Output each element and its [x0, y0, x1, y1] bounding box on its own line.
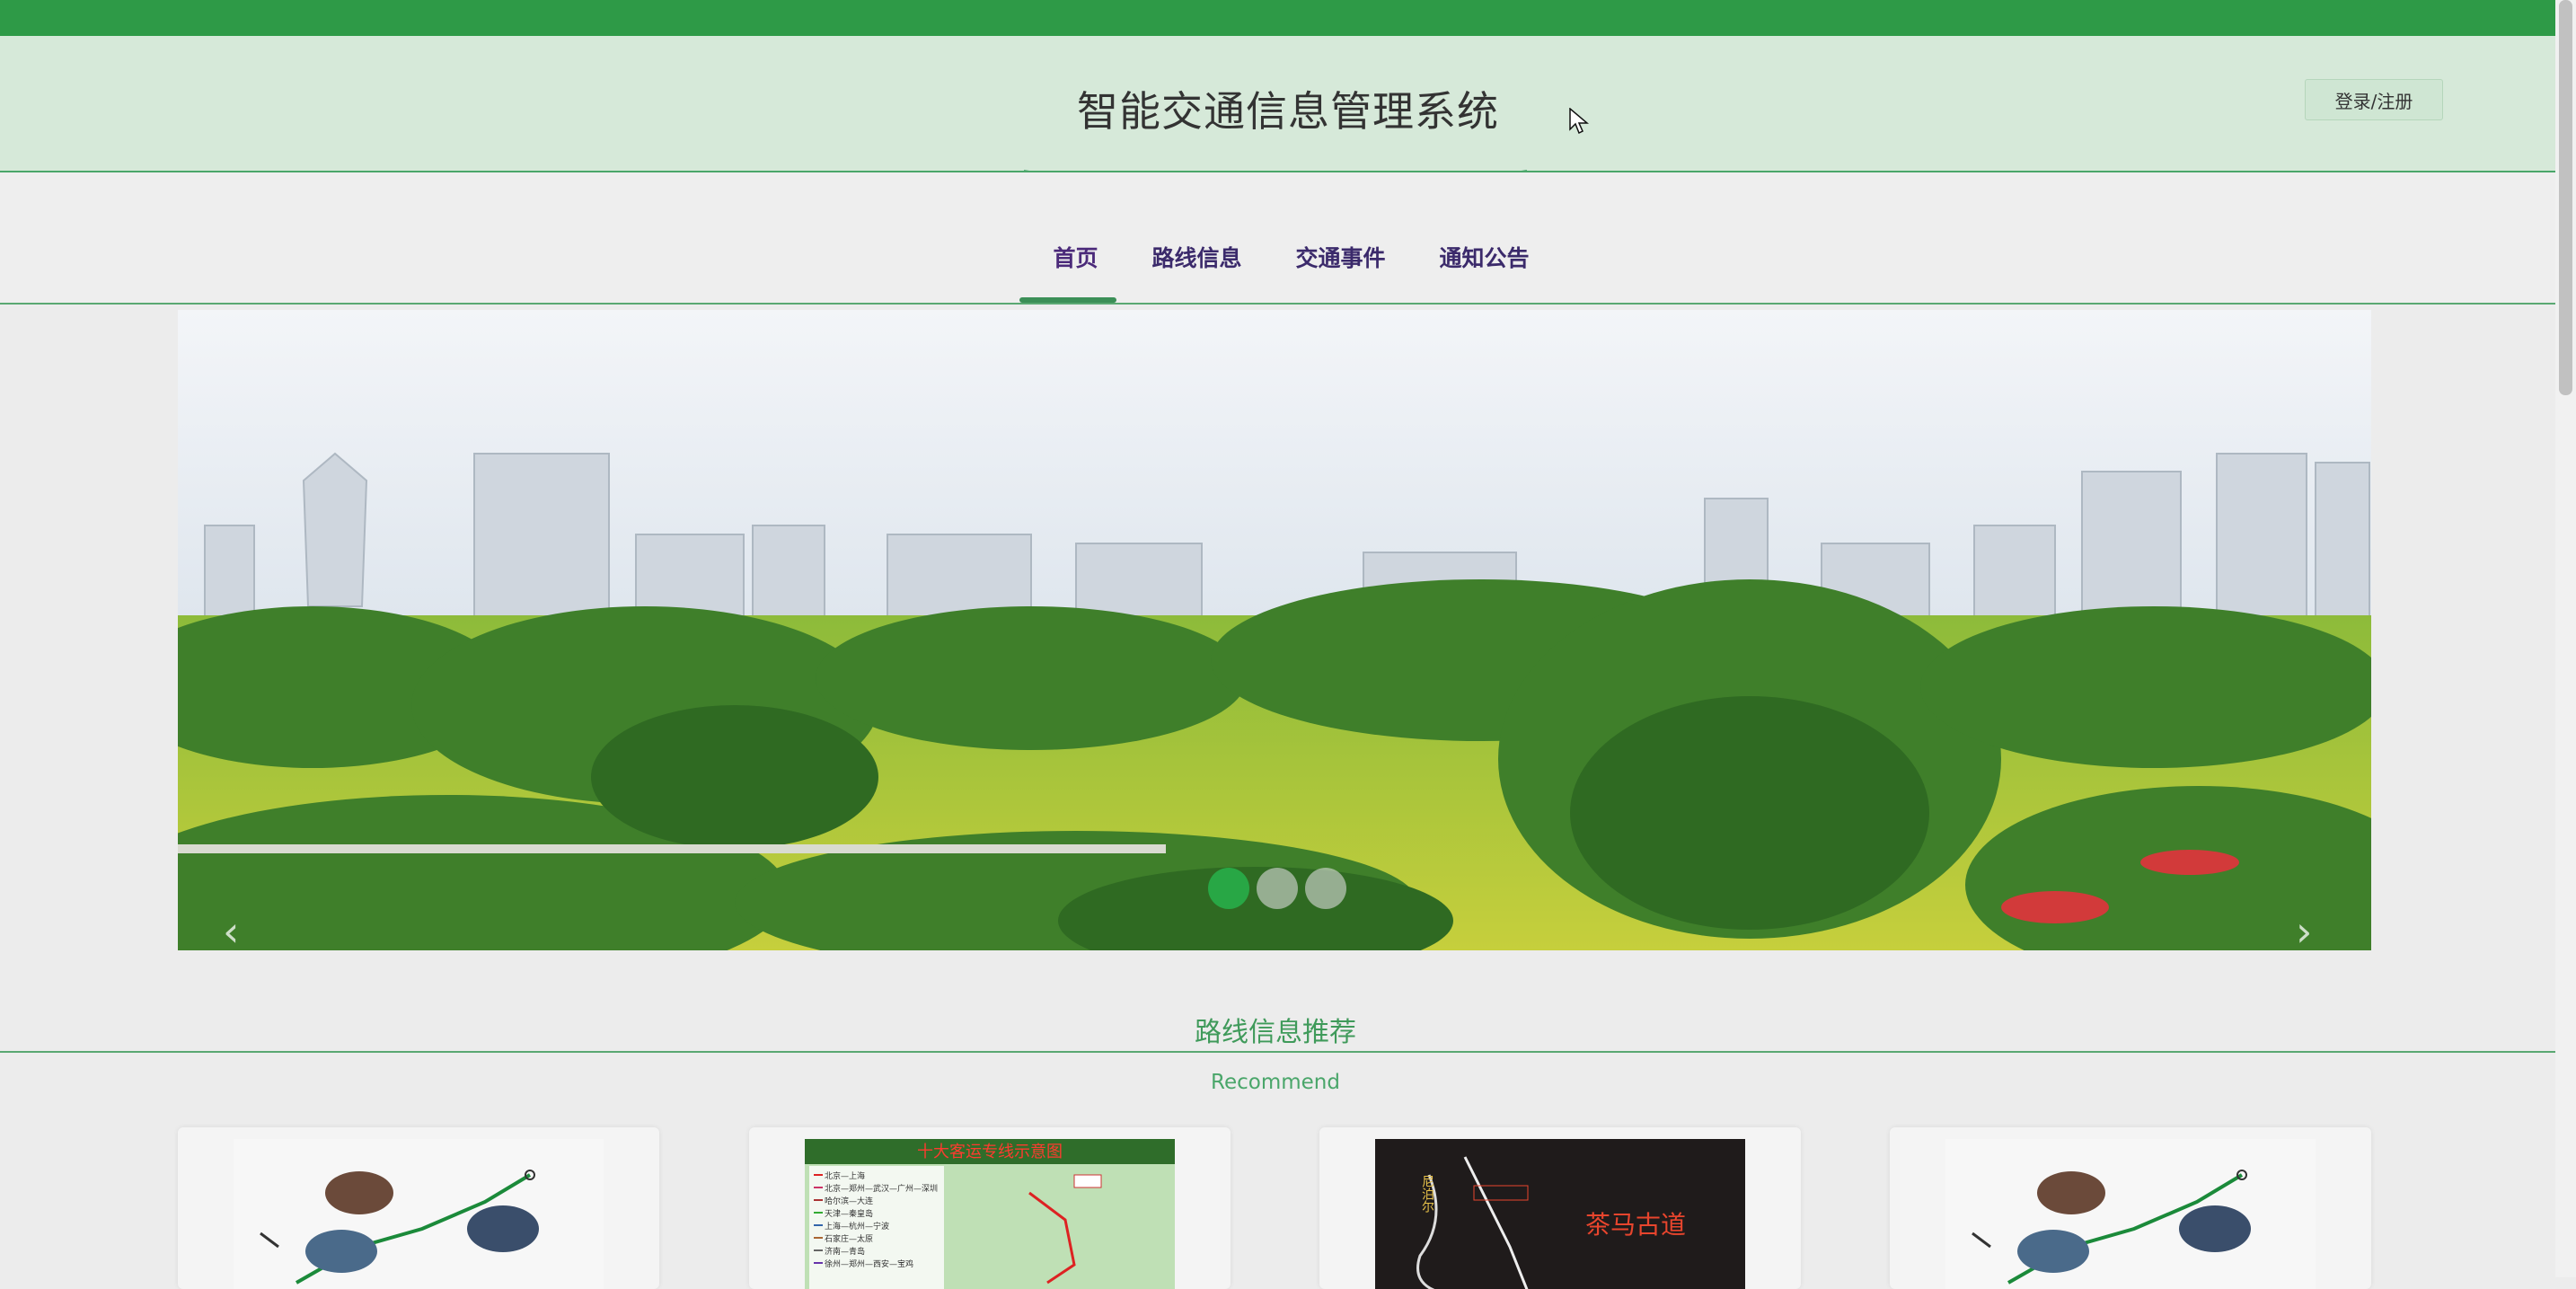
- rail-legend-4: 天津—秦皇岛: [825, 1208, 873, 1219]
- rail-legend-1: 北京—上海: [825, 1170, 865, 1181]
- top-accent-bar: [0, 0, 2576, 36]
- carousel-dot-2[interactable]: [1257, 868, 1298, 909]
- route-map-thumbnail: [1945, 1139, 2316, 1289]
- main-nav: 首页 路线信息 交通事件 通知公告: [0, 172, 2555, 305]
- nav-item-traffic-events[interactable]: 交通事件: [1296, 241, 1386, 273]
- rail-legend-5: 上海—杭州—宁波: [825, 1221, 889, 1232]
- rail-legend-6: 石家庄—太原: [825, 1233, 873, 1244]
- carousel-pagination: [1208, 868, 1346, 909]
- scrollbar-thumb[interactable]: [2559, 0, 2572, 395]
- nav-item-routes[interactable]: 路线信息: [1151, 241, 1241, 273]
- tea-horse-road-tag: 尼泊尔: [1420, 1175, 1434, 1213]
- route-card-3[interactable]: 尼泊尔 茶马古道: [1319, 1127, 1801, 1289]
- section-title: 路线信息推荐: [1195, 1017, 1356, 1048]
- section-divider: [0, 1051, 2555, 1053]
- tea-horse-road-title: 茶马古道: [1585, 1210, 1686, 1240]
- login-register-button[interactable]: 登录/注册: [2305, 79, 2443, 120]
- rail-legend-7: 济南—青岛: [825, 1246, 865, 1257]
- route-card-4[interactable]: [1890, 1127, 2371, 1289]
- nav-item-notices[interactable]: 通知公告: [1440, 241, 1530, 273]
- rail-legend-8: 徐州—郑州—西安—宝鸡: [825, 1258, 913, 1269]
- route-map-thumbnail: [234, 1139, 604, 1289]
- city-park-image: [178, 310, 2371, 950]
- carousel-dot-1[interactable]: [1208, 868, 1249, 909]
- carousel-dot-3[interactable]: [1305, 868, 1346, 909]
- tea-horse-road-thumbnail: 尼泊尔 茶马古道: [1375, 1139, 1745, 1289]
- section-subtitle: Recommend: [1211, 1071, 1340, 1094]
- rail-map-thumbnail: 十大客运专线示意图 北京—上海 北京—郑州—武汉—广州—深圳 哈尔滨—大连 天津…: [805, 1139, 1175, 1289]
- nav-item-home[interactable]: 首页: [1053, 241, 1098, 273]
- site-header: 智能交通信息管理系统 登录/注册: [0, 36, 2555, 193]
- rail-map-title: 十大客运专线示意图: [917, 1143, 1063, 1161]
- nav-active-indicator: [1019, 297, 1116, 303]
- route-card-1[interactable]: [178, 1127, 659, 1289]
- mouse-cursor-icon: [1569, 108, 1589, 135]
- carousel-next-button[interactable]: ›: [2296, 907, 2312, 950]
- carousel-banner[interactable]: ‹ ›: [178, 310, 2371, 950]
- route-card-2[interactable]: 十大客运专线示意图 北京—上海 北京—郑州—武汉—广州—深圳 哈尔滨—大连 天津…: [749, 1127, 1231, 1289]
- carousel-prev-button[interactable]: ‹: [223, 907, 239, 950]
- rail-legend-2: 北京—郑州—武汉—广州—深圳: [825, 1183, 938, 1194]
- rail-legend-3: 哈尔滨—大连: [825, 1196, 873, 1206]
- site-title: 智能交通信息管理系统: [1077, 87, 1499, 136]
